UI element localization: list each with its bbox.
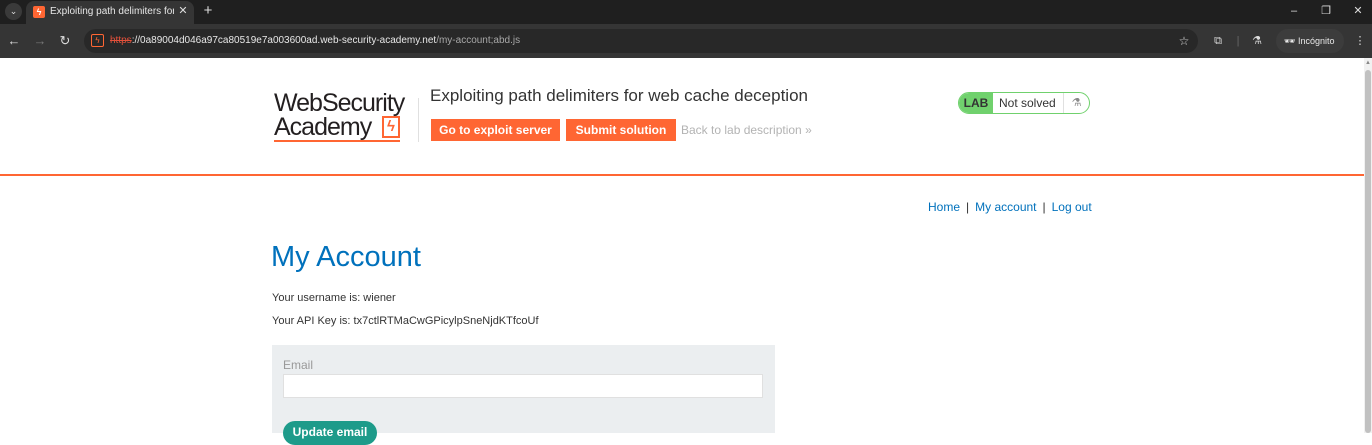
- submit-solution-button[interactable]: Submit solution: [566, 119, 676, 141]
- lab-header: WebSecurity Academy ϟ Exploiting path de…: [0, 58, 1364, 176]
- lab-title: Exploiting path delimiters for web cache…: [430, 86, 808, 105]
- url-scheme: https: [110, 35, 132, 46]
- incognito-label: Incógnito: [1297, 36, 1335, 46]
- nav-separator: |: [966, 200, 970, 214]
- browser-tab-bar: ⌄ ϟ Exploiting path delimiters for w ✕ +…: [0, 0, 1372, 24]
- email-field[interactable]: [283, 374, 763, 398]
- page-scrollbar[interactable]: ▲: [1364, 58, 1372, 433]
- browser-toolbar: ← → ↻ ϟ https://0a89004d046a97ca80519e7a…: [0, 24, 1372, 58]
- url-host: ://0a89004d046a97ca80519e7a003600ad.web-…: [131, 35, 437, 46]
- back-arrow-icon[interactable]: ←: [6, 32, 22, 50]
- back-link-label: Back to lab description: [681, 123, 802, 137]
- lab-status-text: Not solved: [999, 96, 1056, 110]
- forward-arrow-icon[interactable]: →: [32, 32, 48, 50]
- username-text: Your username is: wiener: [272, 292, 396, 304]
- account-nav: Home | My account | Log out: [928, 200, 1092, 214]
- reload-icon[interactable]: ↻: [57, 32, 73, 50]
- close-icon[interactable]: ✕: [176, 4, 190, 18]
- scroll-up-arrow-icon[interactable]: ▲: [1365, 60, 1371, 66]
- lab-status-widget: LAB Not solved ⚗: [958, 92, 1090, 114]
- web-security-academy-logo[interactable]: WebSecurity Academy ϟ: [274, 90, 420, 142]
- url-text: https://0a89004d046a97ca80519e7a003600ad…: [110, 35, 520, 46]
- incognito-icon: 🕶: [1284, 36, 1296, 46]
- nav-separator: |: [1042, 200, 1046, 214]
- flask-icon: ⚗: [1063, 93, 1089, 113]
- menu-kebab-icon[interactable]: ⋮: [1352, 33, 1368, 49]
- update-email-form: Email Update email: [272, 345, 775, 445]
- lab-badge: LAB: [959, 93, 993, 113]
- lightning-icon: ϟ: [382, 116, 400, 138]
- browser-tab[interactable]: ϟ Exploiting path delimiters for w ✕: [26, 1, 194, 24]
- header-divider: [418, 98, 419, 142]
- logo-text-line2: Academy: [274, 113, 372, 141]
- favicon-icon: ϟ: [33, 6, 45, 18]
- update-email-button[interactable]: Update email: [283, 421, 377, 445]
- address-bar[interactable]: ϟ https://0a89004d046a97ca80519e7a003600…: [84, 29, 1198, 53]
- page-title: My Account: [271, 241, 421, 273]
- incognito-badge[interactable]: 🕶 Incógnito: [1276, 29, 1344, 53]
- extensions-icon[interactable]: ⧉: [1210, 33, 1226, 49]
- home-link[interactable]: Home: [928, 200, 960, 214]
- url-path: /my-account;abd.js: [436, 35, 521, 46]
- site-info-icon[interactable]: ϟ: [91, 34, 104, 47]
- new-tab-icon[interactable]: +: [200, 2, 216, 20]
- go-to-exploit-server-button[interactable]: Go to exploit server: [431, 119, 560, 141]
- double-chevron-right-icon: »: [805, 123, 812, 137]
- my-account-link[interactable]: My account: [975, 200, 1036, 214]
- tab-title: Exploiting path delimiters for w: [50, 6, 174, 17]
- scrollbar-thumb[interactable]: [1365, 70, 1371, 433]
- minimize-icon[interactable]: –: [1286, 3, 1302, 19]
- window-close-icon[interactable]: ✕: [1350, 3, 1366, 19]
- logo-underline: [274, 140, 400, 142]
- restore-icon[interactable]: ❐: [1318, 3, 1334, 19]
- bookmark-star-icon[interactable]: ☆: [1176, 33, 1192, 49]
- api-key-text: Your API Key is: tx7ctlRTMaCwGPicylpSneN…: [272, 315, 539, 327]
- tab-search-dropdown-icon[interactable]: ⌄: [5, 3, 22, 20]
- web-page: WebSecurity Academy ϟ Exploiting path de…: [0, 58, 1364, 445]
- labs-flask-icon[interactable]: ⚗: [1249, 33, 1265, 49]
- log-out-link[interactable]: Log out: [1052, 200, 1092, 214]
- back-to-lab-description-link[interactable]: Back to lab description »: [681, 123, 812, 137]
- toolbar-divider: |: [1236, 35, 1240, 47]
- email-label: Email: [283, 358, 314, 372]
